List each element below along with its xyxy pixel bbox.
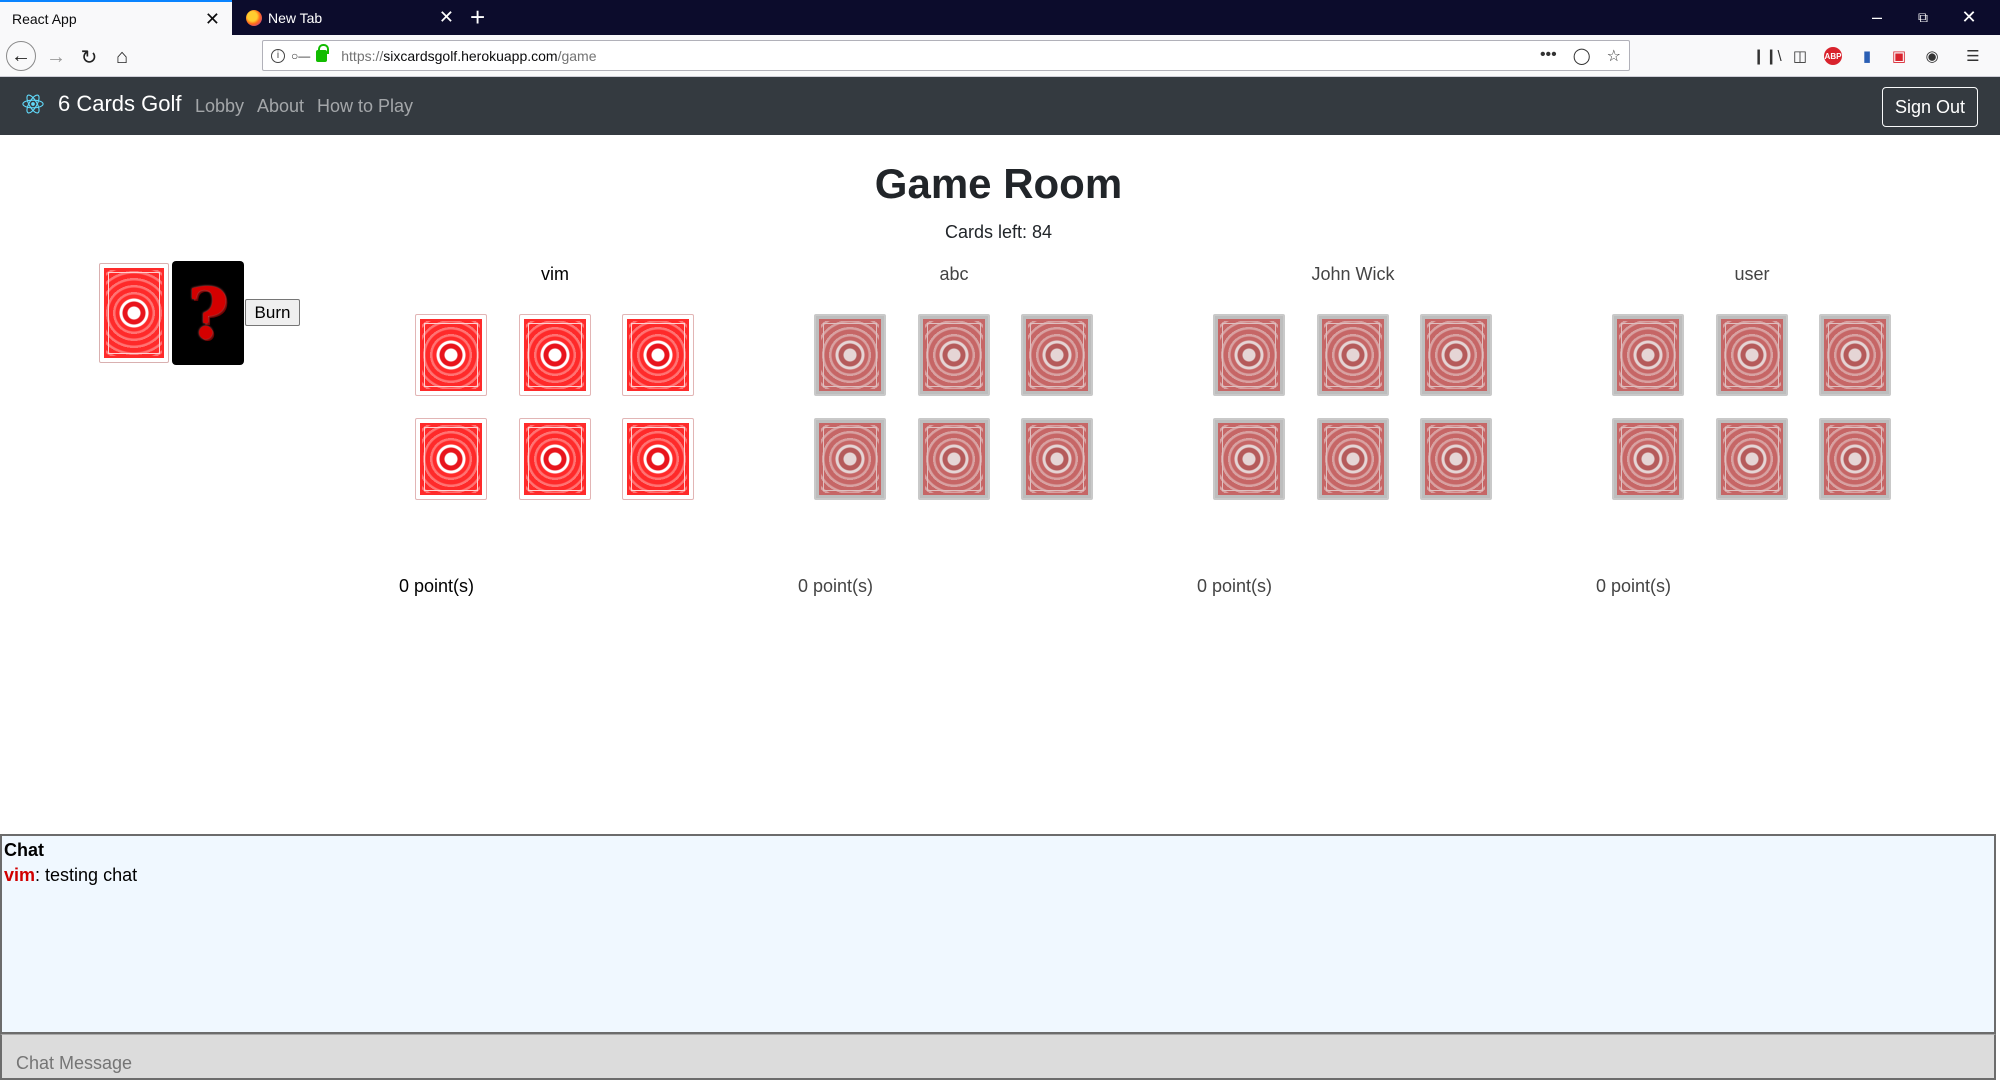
brand-title: 6 Cards Golf: [58, 91, 182, 116]
sidebar-icon[interactable]: ◫: [1789, 45, 1811, 67]
opponent-card: [1213, 418, 1285, 500]
player-card[interactable]: [519, 314, 591, 396]
opponent-card: [1317, 314, 1389, 396]
opponent-card: [814, 314, 886, 396]
new-tab-button[interactable]: +: [470, 2, 485, 32]
chat-message: vim: testing chat: [4, 865, 137, 886]
tab-react-app[interactable]: React App ✕: [0, 0, 232, 35]
restore-icon[interactable]: ⧉: [1900, 0, 1946, 35]
nav-link-about[interactable]: About: [257, 96, 304, 117]
opponent-card: [1716, 314, 1788, 396]
extension-icon[interactable]: ▮: [1856, 45, 1878, 67]
player-name: abc: [939, 264, 969, 284]
player-points: 0 point(s): [798, 576, 874, 596]
chat-panel: Chat vim: testing chat: [0, 834, 1996, 1034]
player-card[interactable]: [415, 418, 487, 500]
sign-out-button[interactable]: Sign Out: [1881, 87, 1978, 127]
info-icon[interactable]: i: [271, 48, 285, 63]
opponent-card: [1420, 314, 1492, 396]
opponent-card: [1819, 314, 1891, 396]
minimize-icon[interactable]: –: [1854, 0, 1900, 35]
chat-message-text: : testing chat: [35, 865, 138, 885]
opponent-card: [1420, 418, 1492, 500]
player-points: 0 point(s): [1596, 576, 1672, 596]
tab-new-tab[interactable]: New Tab ✕: [234, 0, 466, 35]
key-icon[interactable]: ○—: [291, 49, 310, 63]
draw-pile-card[interactable]: [99, 263, 169, 363]
question-mark-icon: ?: [187, 271, 229, 355]
nav-link-lobby[interactable]: Lobby: [195, 96, 244, 117]
app-navbar: 6 Cards Golf Lobby About How to Play Sig…: [0, 77, 2000, 135]
tab-title: New Tab: [268, 9, 323, 26]
forward-icon[interactable]: →: [42, 43, 70, 71]
react-logo-icon: [22, 94, 44, 114]
url-bar[interactable]: i ○— https://sixcardsgolf.herokuapp.com/…: [262, 40, 1630, 71]
brand[interactable]: 6 Cards Golf: [22, 91, 182, 117]
player-card[interactable]: [415, 314, 487, 396]
opponent-card: [918, 314, 990, 396]
player-card[interactable]: [622, 314, 694, 396]
cards-left-count: Cards left: 84: [944, 222, 1053, 242]
account-icon[interactable]: ◉: [1921, 45, 1943, 67]
page-title: Game Room: [874, 160, 1123, 207]
close-tab-icon[interactable]: ✕: [205, 10, 220, 28]
opponent-card: [1819, 418, 1891, 500]
opponent-card: [1612, 418, 1684, 500]
opponent-card: [1021, 418, 1093, 500]
opponent-card: [918, 418, 990, 500]
reload-icon[interactable]: ↻: [75, 43, 103, 71]
chat-title: Chat: [4, 840, 44, 860]
player-points: 0 point(s): [1197, 576, 1273, 596]
opponent-card: [1213, 314, 1285, 396]
pocket-save-icon[interactable]: ▣: [1888, 45, 1910, 67]
library-icon[interactable]: ❙❙\: [1752, 45, 1781, 67]
lock-icon[interactable]: [316, 43, 330, 62]
home-icon[interactable]: ⌂: [108, 43, 136, 71]
firefox-icon: [246, 9, 262, 26]
tab-title: React App: [12, 10, 77, 27]
player-card[interactable]: [622, 418, 694, 500]
chat-message-input[interactable]: [16, 1053, 1980, 1074]
player-points: 0 point(s): [399, 576, 475, 596]
opponent-card: [1716, 418, 1788, 500]
player-name: vim: [541, 264, 569, 284]
opponent-card: [1612, 314, 1684, 396]
chat-message-user: vim: [4, 865, 36, 885]
more-icon[interactable]: •••: [1540, 46, 1557, 66]
discard-pile-card[interactable]: ?: [172, 261, 244, 365]
player-name: John Wick: [1311, 264, 1395, 284]
nav-link-how-to-play[interactable]: How to Play: [317, 96, 413, 117]
close-window-icon[interactable]: ✕: [1946, 0, 1992, 35]
opponent-card: [1021, 314, 1093, 396]
adblock-icon[interactable]: ABP: [1824, 47, 1842, 65]
url-text[interactable]: https://sixcardsgolf.herokuapp.com/game: [341, 48, 596, 64]
chat-input-container: [0, 1034, 1996, 1080]
player-name: user: [1734, 264, 1770, 284]
burn-button[interactable]: Burn: [245, 299, 300, 326]
back-icon[interactable]: ←: [6, 41, 36, 71]
opponent-card: [1317, 418, 1389, 500]
pocket-icon[interactable]: ◯: [1573, 46, 1591, 66]
opponent-card: [814, 418, 886, 500]
menu-icon[interactable]: ☰: [1962, 45, 1984, 67]
bookmark-star-icon[interactable]: ☆: [1607, 46, 1621, 66]
browser-tab-bar: React App ✕ New Tab ✕ + – ⧉ ✕: [0, 0, 2000, 35]
player-card[interactable]: [519, 418, 591, 500]
close-tab-icon[interactable]: ✕: [439, 8, 454, 26]
browser-toolbar: ← → ↻ ⌂ i ○— https://sixcardsgolf.heroku…: [0, 35, 2000, 77]
